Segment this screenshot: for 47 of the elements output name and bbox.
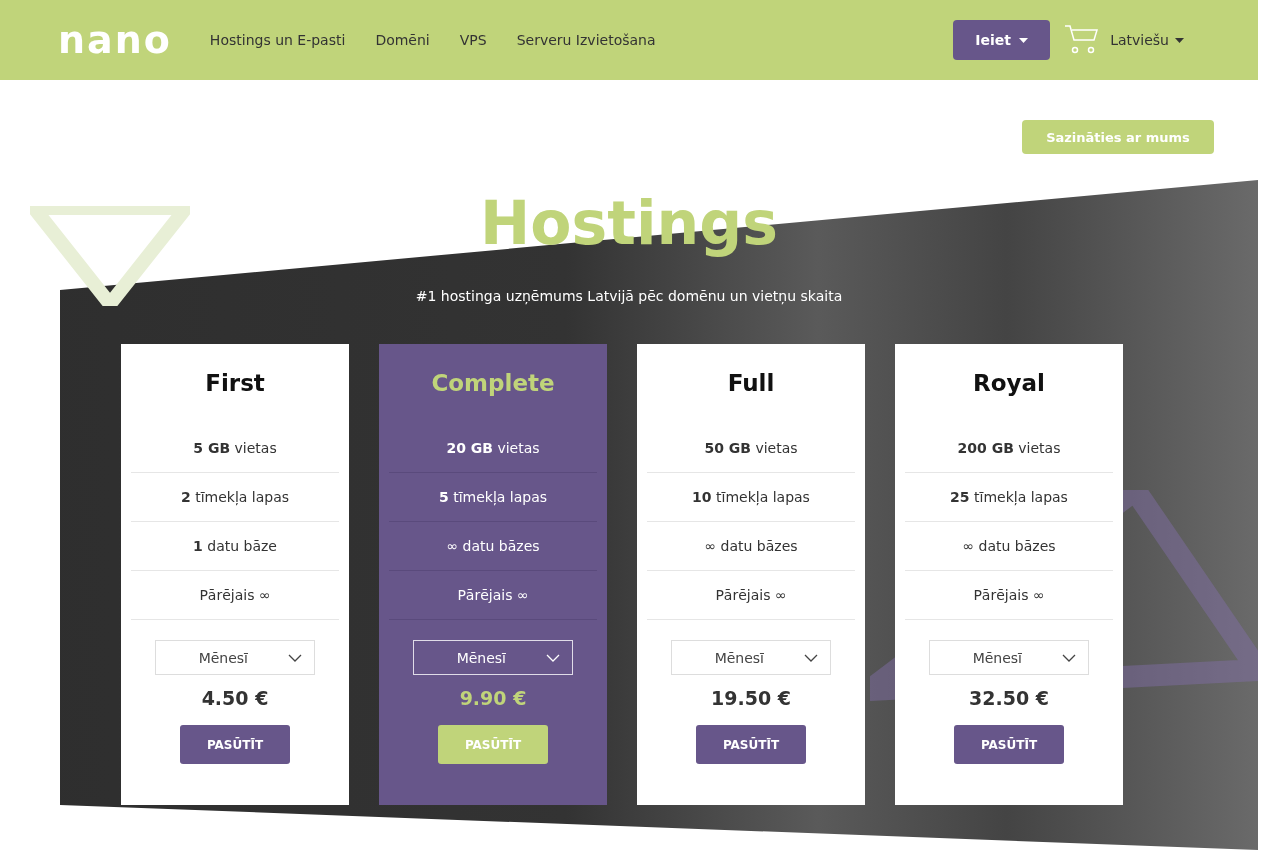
- plan-price: 9.90 €: [459, 687, 527, 709]
- order-button[interactable]: PASŪTĪT: [696, 725, 806, 764]
- subtitle: #1 hostinga uzņēmums Latvijā pēc domēnu un vietņu skaita: [415, 288, 843, 304]
- cart-icon[interactable]: [1064, 24, 1099, 56]
- chevron-down-icon: [1062, 653, 1076, 662]
- plan-feature: ∞ datu bāzes: [389, 522, 597, 571]
- language-selector[interactable]: Latviešu: [1110, 32, 1184, 48]
- nav-link[interactable]: Serveru Izvietošana: [516, 32, 656, 48]
- plan-feature: ∞ datu bāzes: [647, 522, 855, 571]
- caret-icon: [1019, 37, 1028, 43]
- plan-feature: 5 GB vietas: [131, 424, 339, 473]
- plan-feature: 2 tīmekļa lapas: [131, 473, 339, 522]
- plan-price: 19.50 €: [711, 687, 791, 709]
- login-button[interactable]: Ieiet: [953, 20, 1051, 60]
- nav-link[interactable]: Hostings un E-pasti: [209, 32, 346, 48]
- period-select[interactable]: Mēnesī: [929, 640, 1089, 675]
- plan-feature: 25 tīmekļa lapas: [905, 473, 1113, 522]
- plan-feature: 1 datu bāze: [131, 522, 339, 571]
- nav-link[interactable]: VPS: [459, 32, 487, 48]
- chevron-down-icon: [804, 653, 818, 662]
- plan-price: 4.50 €: [201, 687, 269, 709]
- plan-feature: 50 GB vietas: [647, 424, 855, 473]
- plan-feature: 200 GB vietas: [905, 424, 1113, 473]
- period-select[interactable]: Mēnesī: [671, 640, 831, 675]
- period-select[interactable]: Mēnesī: [155, 640, 315, 675]
- plan-name: Full: [727, 370, 775, 396]
- caret-icon: [1175, 37, 1184, 43]
- plan-name: Complete: [431, 370, 555, 396]
- plan-price: 32.50 €: [969, 687, 1049, 709]
- plan-feature: Pārējais ∞: [131, 571, 339, 620]
- plan-feature: ∞ datu bāzes: [905, 522, 1113, 571]
- triangle-outline-icon: [30, 206, 190, 306]
- period-select[interactable]: Mēnesī: [413, 640, 573, 675]
- plan-feature: 5 tīmekļa lapas: [389, 473, 597, 522]
- plan-name: Royal: [973, 370, 1045, 396]
- plan-feature: Pārējais ∞: [905, 571, 1113, 620]
- order-button[interactable]: PASŪTĪT: [180, 725, 290, 764]
- order-button[interactable]: PASŪTĪT: [954, 725, 1064, 764]
- plan-feature: Pārējais ∞: [389, 571, 597, 620]
- page-title: Hostings: [480, 188, 778, 258]
- plan-feature: 10 tīmekļa lapas: [647, 473, 855, 522]
- chevron-down-icon: [546, 653, 560, 662]
- plan-feature: Pārējais ∞: [647, 571, 855, 620]
- plan-feature: 20 GB vietas: [389, 424, 597, 473]
- nav-link[interactable]: Domēni: [375, 32, 430, 48]
- chevron-down-icon: [288, 653, 302, 662]
- plan-name: First: [205, 370, 265, 396]
